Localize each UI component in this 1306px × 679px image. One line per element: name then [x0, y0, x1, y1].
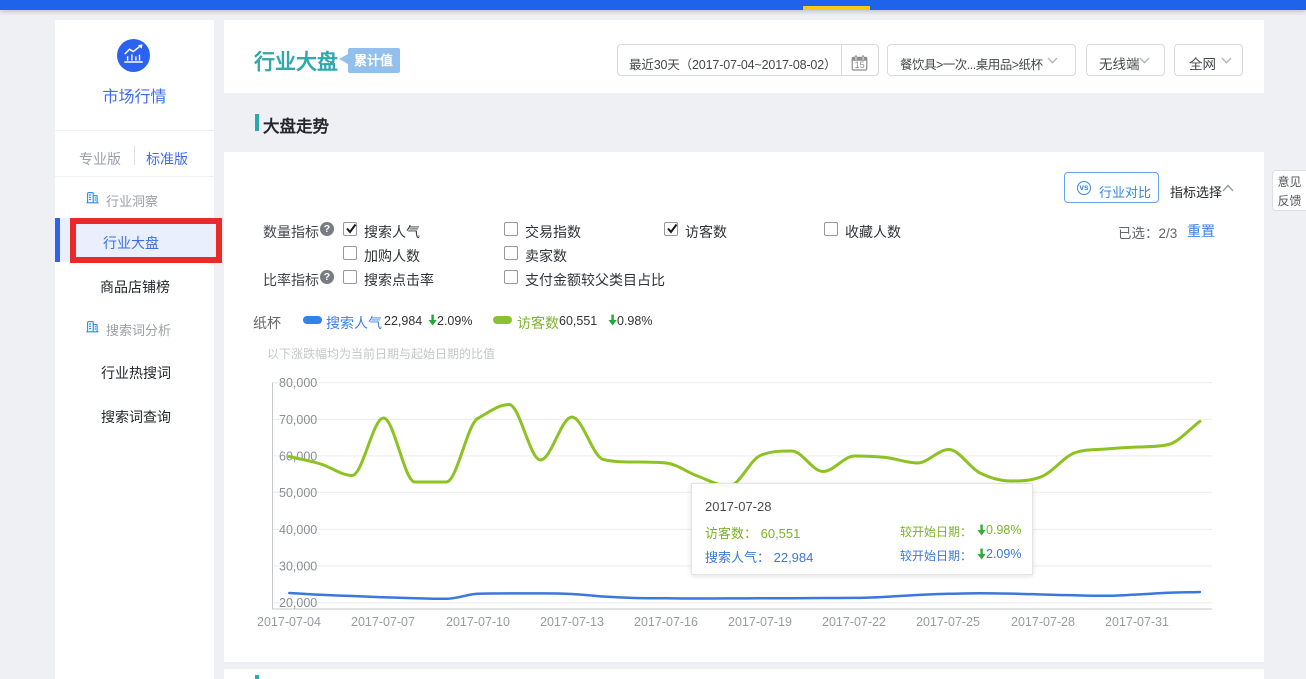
svg-text:50,000: 50,000: [279, 486, 317, 500]
svg-text:80,000: 80,000: [279, 376, 317, 390]
svg-text:2017-07-07: 2017-07-07: [351, 615, 415, 629]
svg-text:15: 15: [855, 60, 865, 70]
svg-text:40,000: 40,000: [279, 523, 317, 537]
svg-text:2017-07-31: 2017-07-31: [1105, 615, 1169, 629]
svg-text:2017-07-22: 2017-07-22: [822, 615, 886, 629]
svg-text:20,000: 20,000: [279, 596, 317, 610]
svg-text:2017-07-10: 2017-07-10: [446, 615, 510, 629]
svg-text:2017-07-28: 2017-07-28: [1011, 615, 1075, 629]
svg-text:30,000: 30,000: [279, 560, 317, 574]
svg-text:70,000: 70,000: [279, 413, 317, 427]
svg-text:2017-07-16: 2017-07-16: [634, 615, 698, 629]
svg-text:2017-07-19: 2017-07-19: [728, 615, 792, 629]
svg-text:2017-07-13: 2017-07-13: [540, 615, 604, 629]
svg-text:2017-07-25: 2017-07-25: [916, 615, 980, 629]
svg-text:2017-07-04: 2017-07-04: [257, 615, 321, 629]
